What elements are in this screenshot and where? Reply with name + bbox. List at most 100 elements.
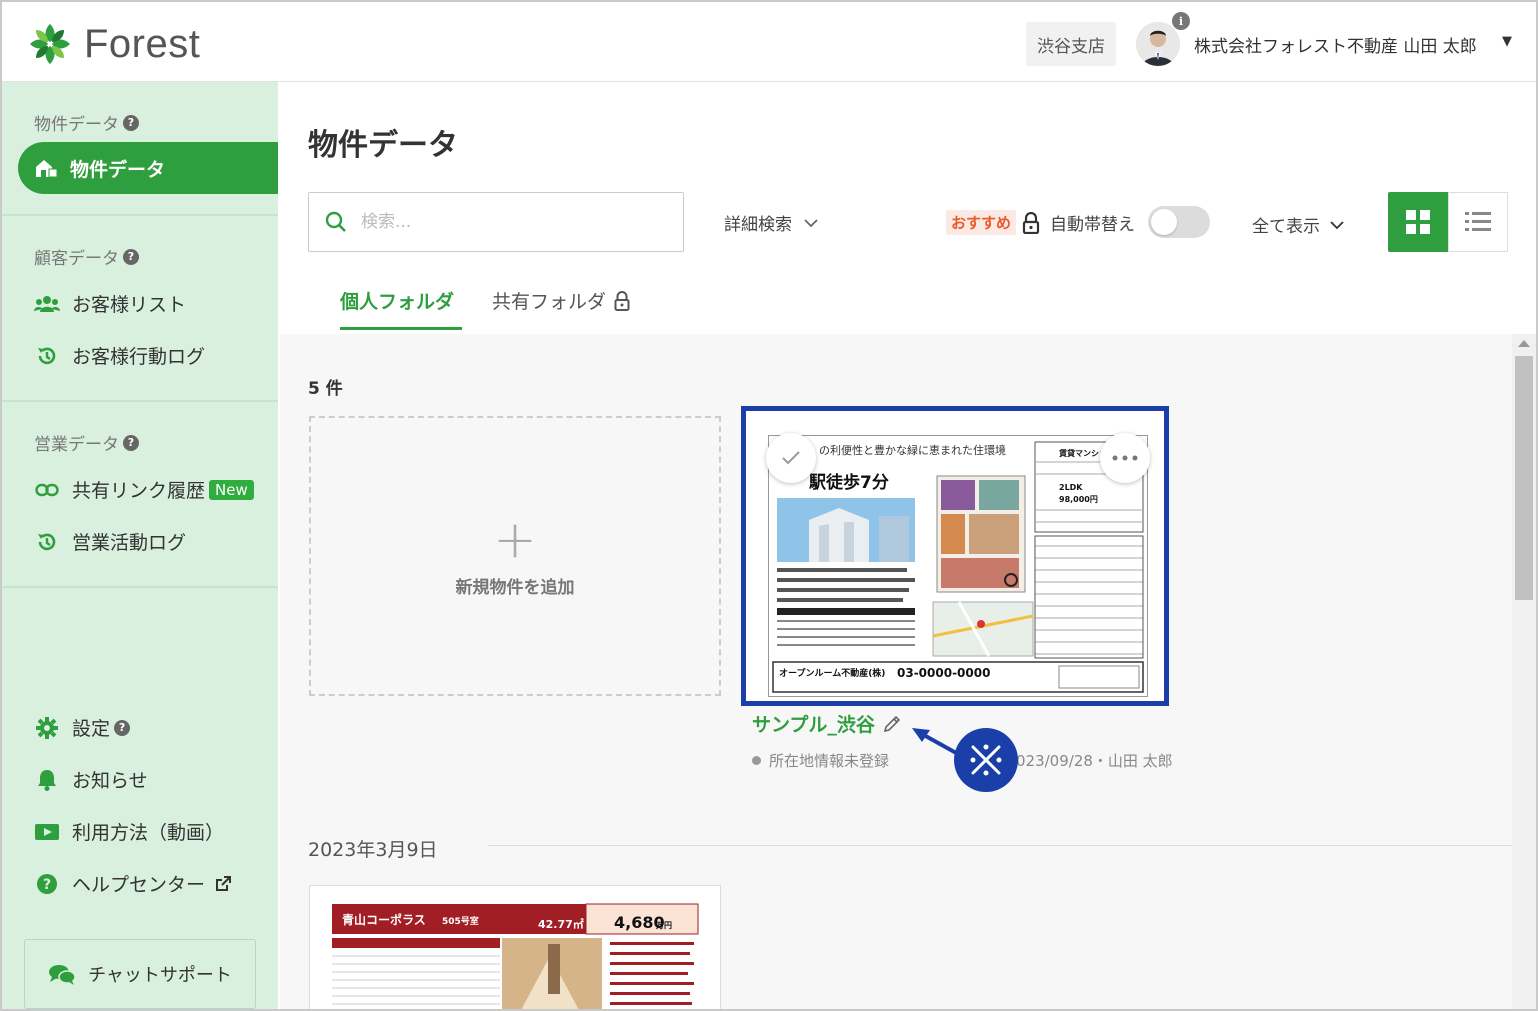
- flyer-company: オープンルーム不動産(株): [779, 667, 885, 679]
- sidebar-item-sales-log[interactable]: 営業活動ログ: [34, 528, 186, 555]
- user-name[interactable]: 株式会社フォレスト不動産 山田 太郎: [1194, 32, 1477, 57]
- sidebar-item-label: お客様行動ログ: [72, 346, 206, 368]
- avatar[interactable]: [1136, 22, 1180, 66]
- section-label: 物件データ: [34, 115, 119, 135]
- flyer2-room: 505号室: [442, 915, 479, 927]
- select-checkbox[interactable]: [766, 433, 816, 483]
- add-property-label: 新規物件を追加: [455, 577, 575, 598]
- sidebar-item-property-data[interactable]: 物件データ: [18, 142, 278, 194]
- history-icon: [34, 344, 60, 368]
- sidebar-item-label: お知らせ: [72, 770, 148, 792]
- sidebar-item-label: 物件データ: [70, 158, 166, 181]
- video-icon: [34, 820, 60, 844]
- branch-button[interactable]: 渋谷支店: [1026, 22, 1116, 66]
- sidebar: 物件データ ? 物件データ 顧客データ ? お客様リスト お客様行動ログ 営業デ…: [2, 82, 278, 1009]
- help-icon[interactable]: ?: [123, 434, 139, 451]
- bell-icon: [34, 768, 60, 792]
- check-icon: [782, 451, 800, 465]
- property-card[interactable]: の利便性と豊かな緑に恵まれた住環境 駅徒歩7分 賃貸マンション 2LDK 98,…: [741, 406, 1169, 706]
- callout-marker: [954, 728, 1018, 792]
- sidebar-item-label: 設定: [72, 718, 111, 740]
- help-icon[interactable]: ?: [123, 114, 139, 131]
- tab-shared-folder[interactable]: 共有フォルダ: [492, 287, 630, 314]
- flyer-rent: 98,000円: [1059, 495, 1098, 504]
- scrollbar[interactable]: [1512, 334, 1536, 1009]
- info-icon[interactable]: i: [1172, 12, 1190, 30]
- chevron-down-icon[interactable]: ▼: [1502, 34, 1512, 49]
- sidebar-item-customer-list[interactable]: お客様リスト: [34, 290, 186, 317]
- property-location-status: 所在地情報未登録: [752, 750, 889, 771]
- date-group-header: 2023年3月9日: [308, 839, 438, 861]
- auto-replace-toggle[interactable]: [1148, 206, 1210, 238]
- sidebar-item-label: 営業活動ログ: [72, 532, 187, 554]
- show-all-label: 全て表示: [1252, 217, 1320, 237]
- sidebar-item-share-history[interactable]: 共有リンク履歴 New: [34, 476, 254, 503]
- flyer2-price-unit: 万円: [655, 921, 672, 930]
- sidebar-item-customer-log[interactable]: お客様行動ログ: [34, 342, 205, 369]
- flyer2-name: 青山コーポラス: [342, 912, 426, 927]
- users-icon: [34, 292, 60, 316]
- top-header: Forest 渋谷支店 i 株式会社フォレスト不動産 山田 太郎 ▼: [2, 2, 1536, 82]
- add-property-card[interactable]: + 新規物件を追加: [309, 416, 721, 696]
- plus-icon: +: [493, 509, 537, 570]
- app-window: Forest 渋谷支店 i 株式会社フォレスト不動産 山田 太郎 ▼ 物件データ…: [0, 0, 1538, 1011]
- flyer-walk: 駅徒歩7分: [808, 472, 889, 493]
- auto-replace-label: 自動帯替え: [1022, 210, 1135, 235]
- tab-label: 共有フォルダ: [492, 291, 607, 313]
- sidebar-item-label: ヘルプセンター: [72, 874, 206, 896]
- pencil-icon[interactable]: [883, 715, 901, 733]
- advanced-search-button[interactable]: 詳細検索: [724, 210, 818, 235]
- property-flyer-thumbnail[interactable]: 青山コーポラス 505号室 42.77㎡ 4,680 万円: [310, 886, 720, 1011]
- sidebar-item-settings[interactable]: 設定 ?: [34, 714, 131, 741]
- reference-mark-icon: [970, 744, 1002, 776]
- search-icon: [325, 211, 346, 232]
- flyer2-area: 42.77㎡: [538, 917, 584, 931]
- section-label: 顧客データ: [34, 249, 119, 269]
- flyer-image: の利便性と豊かな緑に恵まれた住環境 駅徒歩7分 賃貸マンション 2LDK 98,…: [769, 436, 1147, 696]
- property-name-link[interactable]: サンプル_渋谷: [752, 710, 901, 737]
- scroll-up-arrow[interactable]: [1518, 340, 1530, 347]
- tab-personal-folder[interactable]: 個人フォルダ: [340, 287, 454, 314]
- sidebar-item-label: 共有リンク履歴: [72, 480, 206, 502]
- chevron-down-icon: [804, 218, 818, 227]
- scroll-thumb[interactable]: [1515, 356, 1533, 600]
- show-all-dropdown[interactable]: 全て表示: [1252, 212, 1344, 237]
- external-link-icon: [216, 875, 232, 891]
- more-options-button[interactable]: [1100, 433, 1150, 483]
- help-icon[interactable]: ?: [123, 248, 139, 265]
- user-photo-icon: [1136, 22, 1180, 66]
- search-input[interactable]: [361, 212, 661, 232]
- property-card[interactable]: 青山コーポラス 505号室 42.77㎡ 4,680 万円: [309, 885, 721, 1011]
- sidebar-item-help[interactable]: ? ヘルプセンター: [34, 870, 232, 897]
- recommend-badge: おすすめ: [946, 210, 1017, 235]
- search-box[interactable]: [308, 192, 684, 252]
- sidebar-item-howto[interactable]: 利用方法（動画）: [34, 818, 224, 845]
- grid-view-button[interactable]: [1388, 192, 1448, 252]
- sidebar-divider: [2, 214, 278, 216]
- help-icon[interactable]: ?: [114, 719, 131, 736]
- item-count: 5 件: [308, 379, 343, 399]
- link-icon: [34, 478, 60, 502]
- chat-label: チャットサポート: [88, 965, 232, 986]
- chat-icon: [49, 965, 76, 985]
- property-flyer-thumbnail[interactable]: の利便性と豊かな緑に恵まれた住環境 駅徒歩7分 賃貸マンション 2LDK 98,…: [768, 435, 1148, 697]
- section-label: 営業データ: [34, 435, 119, 455]
- lock-icon: [614, 290, 630, 311]
- page-title: 物件データ: [308, 128, 458, 163]
- sidebar-item-notice[interactable]: お知らせ: [34, 766, 148, 793]
- chevron-down-icon: [1330, 220, 1344, 229]
- new-badge: New: [209, 479, 254, 500]
- list-view-button[interactable]: [1448, 192, 1508, 252]
- flyer-phone: 03-0000-0000: [897, 666, 990, 680]
- toggle-knob: [1151, 209, 1177, 235]
- list-icon: [1465, 212, 1491, 231]
- forest-logo[interactable]: Forest: [26, 20, 200, 68]
- date-group-divider: [488, 845, 1512, 846]
- property-date-author: 023/09/28・山田 太郎: [1016, 752, 1173, 770]
- lock-icon: [1022, 211, 1040, 234]
- chat-support-button[interactable]: チャットサポート: [24, 939, 256, 1009]
- section-sales-data: 営業データ ?: [34, 430, 139, 455]
- sidebar-item-label: 利用方法（動画）: [72, 822, 225, 844]
- tab-label: 個人フォルダ: [340, 291, 455, 313]
- history-icon: [34, 530, 60, 554]
